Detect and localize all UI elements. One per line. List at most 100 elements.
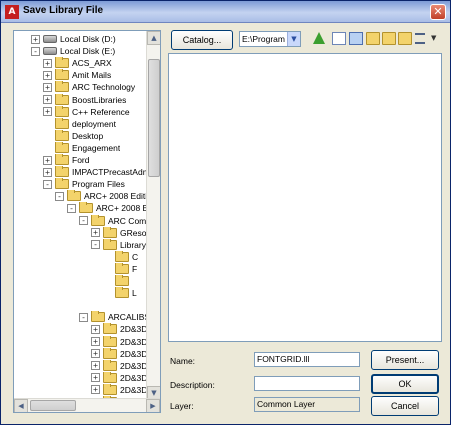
views-chevron-down-icon[interactable]: ▼ <box>431 34 436 42</box>
scroll-right-button[interactable]: ▶ <box>146 399 160 412</box>
ok-button[interactable]: OK <box>371 374 439 394</box>
tree-item-label: Local Disk (E:) <box>60 46 116 57</box>
expand-icon[interactable]: + <box>91 337 100 346</box>
expand-icon[interactable]: + <box>43 167 52 177</box>
tree-item[interactable]: + C++ Reference <box>43 105 130 118</box>
expand-icon[interactable]: + <box>43 155 52 165</box>
tree-item[interactable]: +2D&3D <box>91 347 146 360</box>
tree-item[interactable]: Engagement <box>43 141 121 154</box>
close-button[interactable]: ✕ <box>430 4 446 20</box>
collapse-icon[interactable]: - <box>43 179 52 189</box>
tree-item[interactable]: deployment <box>43 117 116 130</box>
horizontal-scroll-thumb[interactable] <box>30 400 76 411</box>
new-folder-icon[interactable] <box>382 32 396 45</box>
layer-label: Layer: <box>170 401 194 411</box>
name-label: Name: <box>170 356 196 366</box>
expand-icon[interactable]: + <box>91 324 100 334</box>
tree-horizontal-scrollbar[interactable]: ◀ ▶ <box>14 398 160 412</box>
views-icon[interactable] <box>415 33 425 44</box>
tree-item-label: GResources <box>120 227 146 238</box>
tree-item[interactable]: +2D&3D <box>91 335 146 348</box>
scroll-left-button[interactable]: ◀ <box>14 399 28 412</box>
new-document-icon[interactable] <box>332 32 346 45</box>
vertical-scroll-thumb[interactable] <box>148 59 160 177</box>
expand-icon[interactable]: + <box>43 107 52 117</box>
expand-icon[interactable]: + <box>91 373 100 383</box>
tree-item[interactable]: + Amit Mails <box>43 69 111 81</box>
tree-item[interactable]: - ARC Common <box>79 214 146 227</box>
folder-icon <box>55 129 69 141</box>
folder-icon[interactable] <box>398 32 412 45</box>
expand-icon[interactable]: + <box>31 34 40 44</box>
tree-item-label: F <box>132 263 138 274</box>
cancel-button[interactable]: Cancel <box>371 396 439 416</box>
expand-icon[interactable]: + <box>43 82 52 92</box>
expand-icon[interactable]: + <box>43 95 52 104</box>
tree-item-label: ACS_ARX <box>72 58 112 69</box>
folder-icon <box>91 214 105 226</box>
tree-item[interactable]: - ARCALIBS <box>79 311 146 323</box>
chevron-down-icon[interactable]: ▼ <box>287 32 300 46</box>
tree-item[interactable]: F <box>103 262 138 275</box>
collapse-icon[interactable]: - <box>67 203 76 213</box>
expand-icon[interactable]: + <box>43 70 52 80</box>
tree-item[interactable]: + GResources <box>91 226 146 239</box>
tree-vertical-scrollbar[interactable]: ▲ ▼ <box>146 31 160 400</box>
catalog-button[interactable]: Catalog... <box>171 30 233 50</box>
title-bar[interactable]: A Save Library File ✕ <box>1 1 450 23</box>
description-field[interactable] <box>254 376 360 391</box>
tree-item[interactable]: +2D&3D <box>91 359 146 372</box>
folder-icon <box>103 226 117 238</box>
name-field[interactable]: FONTGRID.lll <box>254 352 360 367</box>
folder-icon <box>55 93 69 105</box>
collapse-icon[interactable]: - <box>79 312 88 322</box>
tree-item[interactable]: + Ford <box>43 154 89 166</box>
folder-icon <box>115 287 129 299</box>
tree-item[interactable]: + ARC Technology <box>43 81 135 93</box>
folder-icon <box>67 190 81 202</box>
tree-item-label: 2D&3D <box>120 372 146 383</box>
tree-item[interactable]: L <box>103 287 137 299</box>
location-combo[interactable]: E:\Program ▼ <box>239 31 301 47</box>
folder-icon <box>79 202 93 214</box>
tree-item-label: 2D&3D <box>120 360 146 371</box>
expand-icon[interactable]: + <box>91 385 100 395</box>
tree-item[interactable]: - Local Disk (E:) <box>31 45 115 57</box>
expand-icon[interactable]: + <box>43 58 52 68</box>
tree-item[interactable] <box>103 275 132 287</box>
library-icon[interactable] <box>349 32 363 45</box>
scroll-up-button[interactable]: ▲ <box>147 31 160 45</box>
open-folder-icon[interactable] <box>366 32 380 45</box>
folder-icon <box>55 178 69 190</box>
tree-item-label: Engagement <box>72 142 121 153</box>
folder-tree[interactable]: + Local Disk (D:) - Local Disk (E:) + ACS_ARX… <box>13 30 161 413</box>
tree-item[interactable]: + ACS_ARX <box>43 57 112 69</box>
collapse-icon[interactable]: - <box>91 240 100 250</box>
tree-item-label: ARC+ 2008 Edition <box>96 203 146 214</box>
expand-icon[interactable]: + <box>91 361 100 371</box>
tree-item[interactable]: - Library <box>91 238 146 251</box>
tree-item[interactable]: +2D&3D <box>91 383 146 396</box>
folder-icon <box>55 81 69 93</box>
tree-item[interactable]: + IMPACTPrecastAdmin <box>43 166 146 178</box>
tree-item[interactable]: +2D&3D <box>91 371 146 384</box>
tree-item[interactable]: + Local Disk (D:) <box>31 33 116 45</box>
tree-item[interactable]: - ARC+ 2008 Edition <box>55 190 146 202</box>
tree-item[interactable]: - ARC+ 2008 Edition <box>67 202 146 214</box>
tree-item[interactable]: Desktop <box>43 129 103 142</box>
tree-item[interactable]: - Program Files <box>43 178 125 190</box>
collapse-icon[interactable]: - <box>55 191 64 201</box>
collapse-icon[interactable]: - <box>79 216 88 225</box>
folder-icon <box>55 154 69 165</box>
present-button[interactable]: Present... <box>371 350 439 370</box>
up-folder-icon[interactable] <box>313 32 325 44</box>
tree-item[interactable]: + BoostLibraries <box>43 93 126 106</box>
collapse-icon[interactable]: - <box>31 46 40 56</box>
tree-item[interactable]: C <box>103 250 138 263</box>
expand-icon[interactable]: + <box>91 349 100 359</box>
folder-icon <box>55 57 69 69</box>
expand-icon[interactable]: + <box>91 228 100 238</box>
tree-item[interactable]: +2D&3D <box>91 323 146 335</box>
